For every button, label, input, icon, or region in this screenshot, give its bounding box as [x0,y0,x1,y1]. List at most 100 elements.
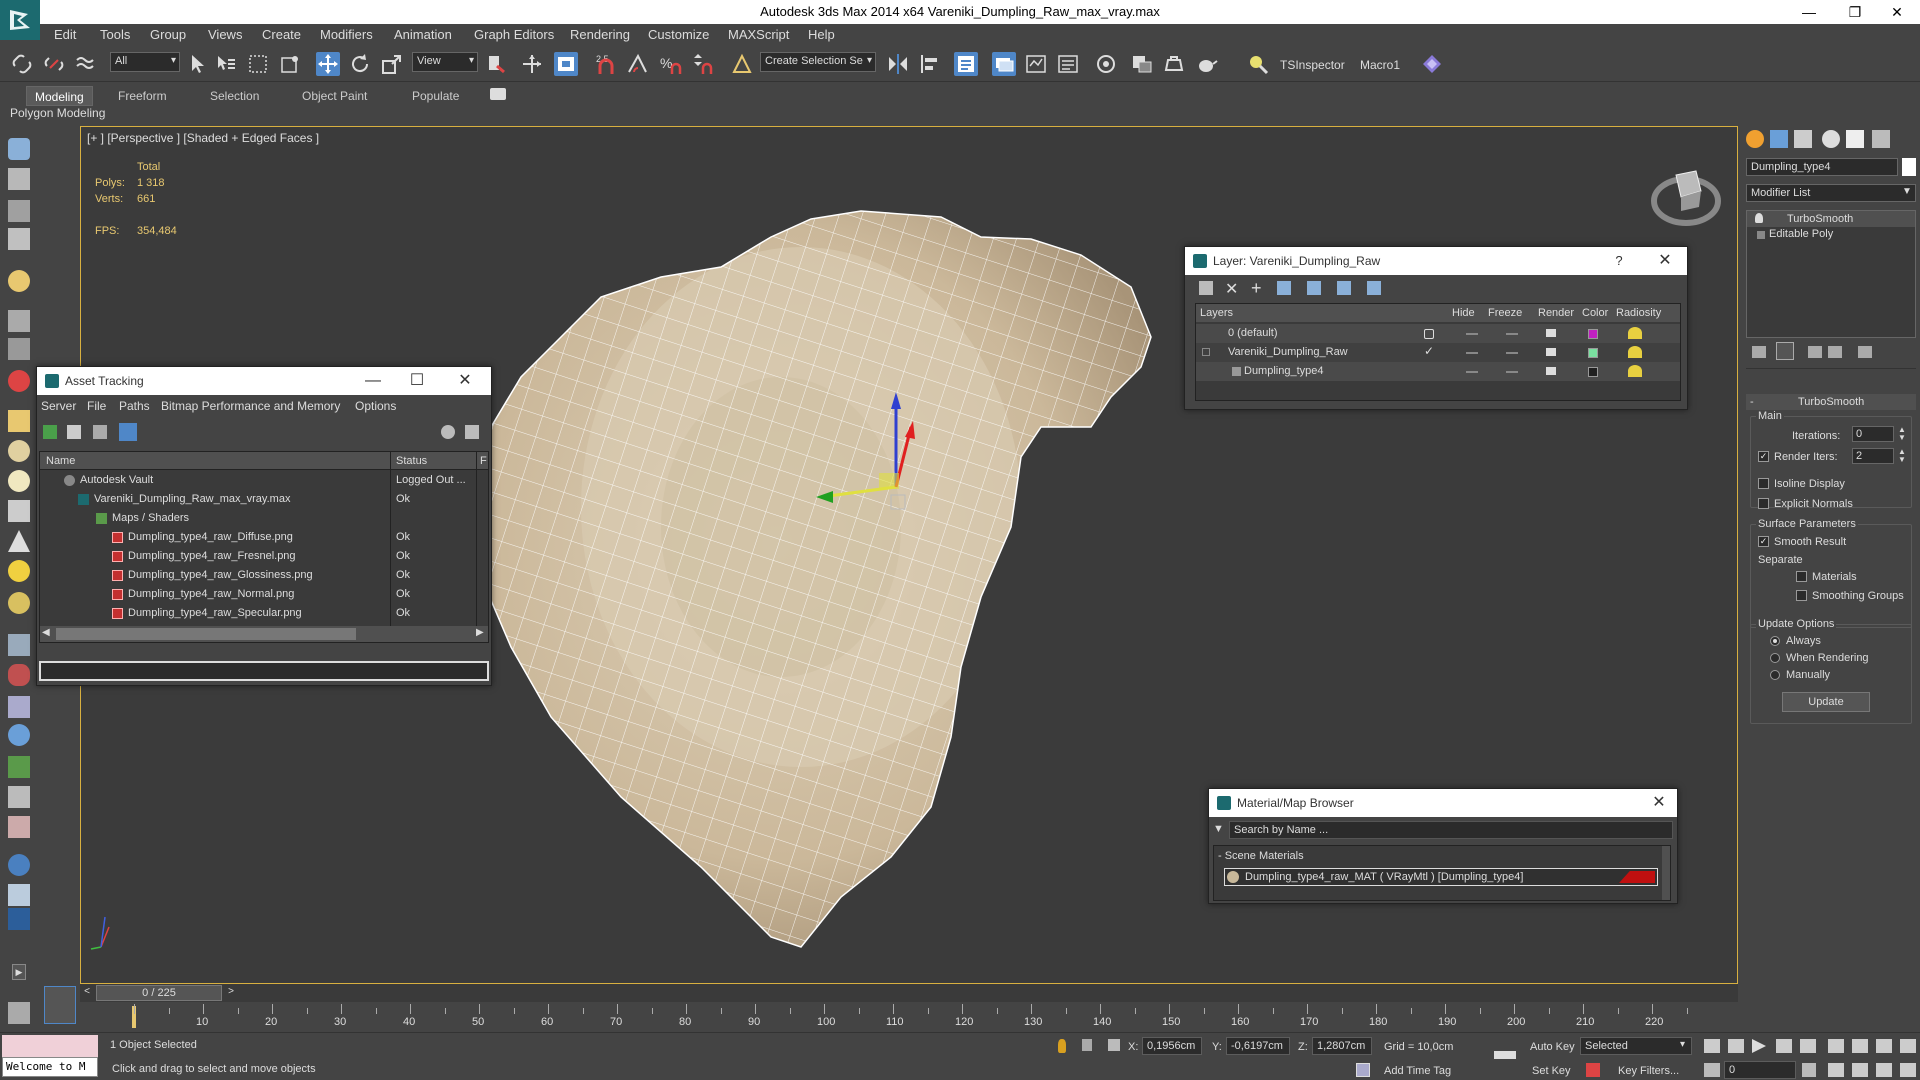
col-render[interactable]: Render [1538,307,1574,319]
menu-help[interactable]: Help [808,27,835,42]
key-icon[interactable] [1494,1051,1516,1059]
chevron-down-icon[interactable]: ▾ [1680,1039,1685,1050]
table-row[interactable]: Dumpling_type4_raw_Glossiness.png [128,569,313,581]
material-browser-titlebar[interactable]: Material/Map Browser ✕ [1209,789,1677,817]
materials-checkbox[interactable] [1796,571,1807,582]
render-iters-spinner[interactable]: 2 [1852,448,1894,464]
chevron-down-icon[interactable]: ▼ [1902,186,1912,197]
at-menu-paths[interactable]: Paths [119,399,150,413]
goto-end-icon[interactable] [1800,1039,1816,1053]
col-status[interactable]: Status [396,455,427,467]
hide-toggle[interactable] [1466,333,1478,335]
menu-graph-editors[interactable]: Graph Editors [474,27,554,42]
material-search-input[interactable]: Search by Name ... [1229,821,1673,839]
always-radio[interactable] [1770,636,1780,646]
add-time-tag-button[interactable]: Add Time Tag [1384,1065,1451,1077]
prev-frame-arrow-icon[interactable]: < [80,986,94,1000]
render-iters-checkbox[interactable]: ✓ [1758,451,1769,462]
key-filters-button[interactable]: Key Filters... [1618,1065,1679,1077]
menu-maxscript[interactable]: MAXScript [728,27,789,42]
zoom-extents-all-icon[interactable] [1900,1039,1916,1053]
select-and-rotate-button[interactable] [348,52,372,76]
smoothing-groups-checkbox[interactable] [1796,590,1807,601]
tsinspector-label[interactable]: TSInspector [1280,58,1345,72]
pyramid-icon[interactable] [8,530,30,552]
table-row[interactable]: Dumpling_type4_raw_Normal.png [128,588,294,600]
next-key-icon[interactable] [1776,1039,1792,1053]
freeze-toggle[interactable] [1506,333,1518,335]
col-f[interactable]: F [480,455,487,467]
select-object-button[interactable] [186,52,210,76]
table-row[interactable]: Dumpling_type4_raw_Fresnel.png [128,550,296,562]
macro1-label[interactable]: Macro1 [1360,58,1400,72]
scene-explorer-button[interactable] [954,52,978,76]
prev-key-icon[interactable] [1728,1039,1744,1053]
snaps-toggle-button[interactable]: 2.5 [594,52,618,76]
freeze-toggle[interactable] [1506,352,1518,354]
fov-icon[interactable] [1828,1063,1844,1077]
render-teapot-icon[interactable] [1546,329,1556,337]
mirror-button[interactable] [886,52,910,76]
pan-hand-icon[interactable] [1852,1063,1868,1077]
at-menu-options[interactable]: Options [355,399,396,413]
menu-rendering[interactable]: Rendering [570,27,630,42]
remove-modifier-icon[interactable] [1828,346,1842,358]
table-row[interactable]: Dumpling_type4_raw_Specular.png [128,607,302,619]
filter-triangle-icon[interactable]: ▼ [1213,823,1224,835]
expand-arrow-icon[interactable]: ▶ [12,964,26,980]
help-icon[interactable] [441,425,455,439]
zoom-all-icon[interactable] [1852,1039,1868,1053]
hide-all-icon[interactable] [1337,281,1351,295]
menu-tools[interactable]: Tools [100,27,130,42]
bind-space-warp-button[interactable] [74,52,98,76]
table-view-icon[interactable] [93,425,107,439]
save-icon[interactable] [8,1002,30,1024]
grid-view-icon[interactable] [119,423,137,441]
orbit-icon[interactable] [1876,1063,1892,1077]
dynamics-icon[interactable] [8,664,30,686]
layer-color-swatch[interactable] [1588,348,1598,358]
menu-modifiers[interactable]: Modifiers [320,27,373,42]
zoom-extents-icon[interactable] [1876,1039,1892,1053]
table-row[interactable]: Maps / Shaders [112,512,189,524]
ring-icon[interactable] [8,470,30,492]
menu-edit[interactable]: Edit [54,27,76,42]
sphere-icon[interactable] [8,440,30,462]
record-icon[interactable] [8,370,30,392]
time-slider-thumb[interactable]: 0 / 225 [96,985,222,1001]
at-menu-server[interactable]: Server [41,399,76,413]
scrollbar-thumb[interactable] [56,628,356,640]
maxscript-listener-mini[interactable] [2,1035,98,1057]
horizontal-scrollbar[interactable]: ◀ ▶ [40,626,488,642]
add-to-layer-icon[interactable]: + [1251,278,1262,299]
layer-color-swatch[interactable] [1588,329,1598,339]
col-hide[interactable]: Hide [1452,307,1475,319]
edit-named-selection-button[interactable] [730,52,754,76]
layer-color-swatch[interactable] [1588,367,1598,377]
goto-start-icon[interactable] [1704,1039,1720,1053]
collapse-icon[interactable] [1202,348,1210,356]
layer-name[interactable]: Vareniki_Dumpling_Raw [1228,346,1348,358]
select-objects-icon[interactable] [1277,281,1291,295]
at-menu-file[interactable]: File [87,399,106,413]
named-selection-set-dropdown[interactable]: Create Selection Se [760,52,876,72]
absolute-mode-icon[interactable] [1108,1039,1120,1051]
percent-snap-button[interactable]: % [658,52,682,76]
render-production-button[interactable] [1194,52,1218,76]
y-coordinate-field[interactable]: -0,6197cm [1226,1037,1290,1055]
list-view-icon[interactable] [67,425,81,439]
material-editor-button[interactable] [1130,52,1154,76]
scroll-left-icon[interactable]: ◀ [42,627,50,638]
highlight-layer-icon[interactable] [1307,281,1321,295]
isoline-display-checkbox[interactable] [1758,478,1769,489]
col-layers[interactable]: Layers [1200,307,1233,319]
macro-diamond-button[interactable] [1420,52,1444,76]
gear-icon[interactable] [8,724,30,746]
select-and-move-button[interactable] [316,52,340,76]
curve-editor-button[interactable] [1056,52,1080,76]
mini-curve-toggle[interactable] [44,986,76,1024]
window-crossing-button[interactable] [278,52,302,76]
render-setup-button[interactable] [1162,52,1186,76]
spinner-arrows-icon[interactable]: ▲ ▼ [1898,426,1906,442]
motion-tab-icon[interactable] [1822,130,1840,148]
